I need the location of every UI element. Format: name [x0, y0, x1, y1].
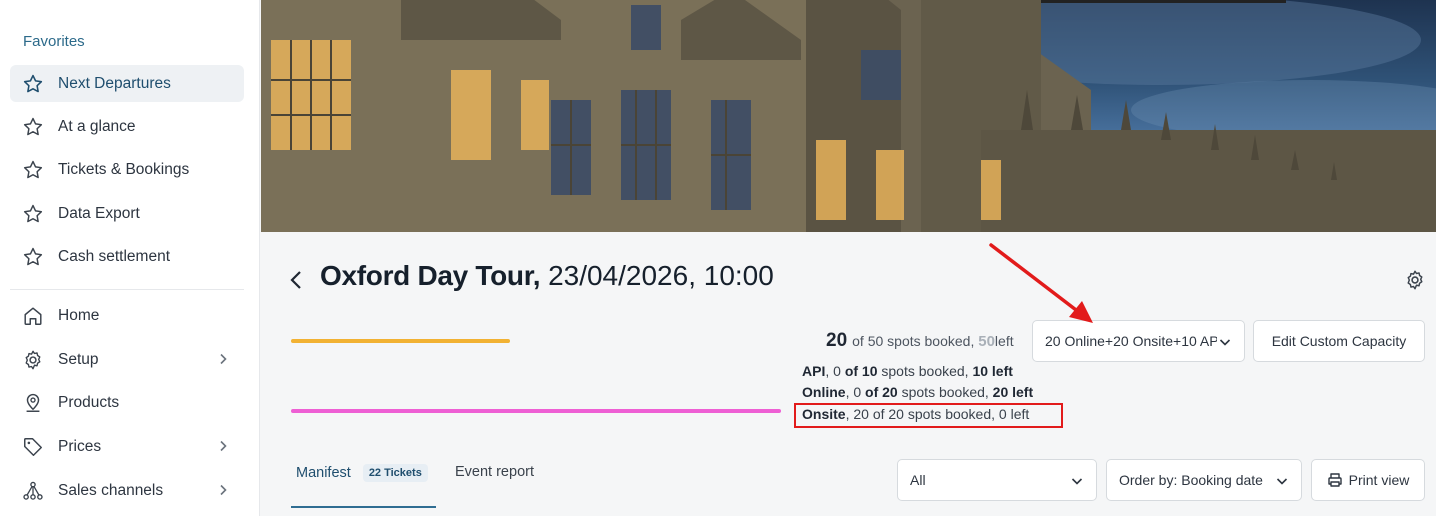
- sidebar-item-label: Home: [58, 306, 100, 324]
- star-icon: [21, 72, 45, 96]
- sidebar-item-label: Next Departures: [58, 74, 171, 92]
- annotation-arrow: [989, 243, 1093, 323]
- chevron-right-icon: [220, 484, 227, 496]
- event-datetime: 23/04/2026, 10:00: [548, 260, 774, 291]
- star-icon: [21, 245, 45, 269]
- booked-count: 20: [826, 330, 848, 351]
- building-illustration: [261, 0, 1436, 232]
- tag-icon: [21, 435, 45, 459]
- printer-icon: [1327, 473, 1342, 487]
- network-icon: [21, 479, 45, 503]
- app: Favorites Next Departures At a glance Ti…: [0, 0, 1436, 516]
- page-title: Oxford Day Tour, 23/04/2026, 10:00: [320, 260, 774, 292]
- tickets-count-badge: 22 Tickets: [362, 464, 428, 482]
- sidebar-item-label: Cash settlement: [58, 247, 170, 265]
- sidebar-item-label: Setup: [58, 350, 99, 368]
- gear-icon[interactable]: [1404, 269, 1426, 291]
- of-total-text: of 50 spots booked,: [852, 333, 975, 349]
- sidebar-item-sales-channels[interactable]: Sales channels: [10, 472, 244, 509]
- sidebar-item-tickets-bookings[interactable]: Tickets & Bookings: [10, 151, 244, 188]
- capacity-bar-total: [291, 339, 510, 343]
- tour-name: Oxford Day Tour,: [320, 260, 541, 291]
- sidebar-item-label: At a glance: [58, 117, 136, 135]
- capacity-summary: 20 of 50 spots booked, 50left: [808, 330, 1014, 352]
- sidebar-item-prices[interactable]: Prices: [10, 428, 244, 465]
- chevron-down-icon: [1219, 339, 1231, 346]
- online-capacity-line: Online, 0 of 20 spots booked, 20 left: [802, 384, 1034, 400]
- favorites-title: Favorites: [23, 33, 85, 50]
- capacity-bar-onsite: [291, 409, 781, 413]
- gear-icon: [21, 348, 45, 372]
- sidebar-item-label: Data Export: [58, 204, 140, 222]
- tab-event-report[interactable]: Event report: [455, 464, 534, 480]
- sidebar-item-at-a-glance[interactable]: At a glance: [10, 108, 244, 145]
- sidebar-item-home[interactable]: Home: [10, 297, 244, 334]
- order-by-select[interactable]: Order by: Booking date: [1106, 459, 1302, 501]
- chevron-down-icon: [1276, 478, 1288, 485]
- sidebar-item-setup[interactable]: Setup: [10, 341, 244, 378]
- print-view-button[interactable]: Print view: [1311, 459, 1425, 501]
- sidebar-item-label: Tickets & Bookings: [58, 160, 190, 178]
- products-icon: [21, 391, 45, 415]
- sidebar-item-label: Products: [58, 393, 120, 411]
- filter-select[interactable]: All: [897, 459, 1097, 501]
- sidebar-item-cash-settlement[interactable]: Cash settlement: [10, 238, 244, 275]
- sidebar-item-products[interactable]: Products: [10, 384, 244, 421]
- active-tab-indicator: [291, 506, 436, 508]
- home-icon: [21, 304, 45, 328]
- star-icon: [21, 202, 45, 226]
- sidebar-divider: [10, 289, 244, 290]
- chevron-down-icon: [1071, 478, 1083, 485]
- chevron-right-icon: [220, 353, 227, 365]
- sidebar: Favorites Next Departures At a glance Ti…: [0, 0, 260, 516]
- sidebar-item-label: Prices: [58, 437, 102, 455]
- sidebar-item-label: Sales channels: [58, 481, 164, 499]
- annotation-highlight-box: [794, 403, 1063, 428]
- star-icon: [21, 115, 45, 139]
- sidebar-item-next-departures[interactable]: Next Departures: [10, 65, 244, 102]
- edit-custom-capacity-button[interactable]: Edit Custom Capacity: [1253, 320, 1425, 362]
- tab-manifest[interactable]: Manifest 22 Tickets: [296, 464, 428, 482]
- chevron-right-icon: [220, 440, 227, 452]
- back-arrow-icon[interactable]: [287, 268, 307, 292]
- api-capacity-line: API, 0 of 10 spots booked, 10 left: [802, 363, 1013, 379]
- sidebar-item-data-export[interactable]: Data Export: [10, 195, 244, 232]
- star-icon: [21, 158, 45, 182]
- event-detail: Oxford Day Tour, 23/04/2026, 10:00 20 of …: [261, 232, 1436, 516]
- hero-image: [261, 0, 1436, 232]
